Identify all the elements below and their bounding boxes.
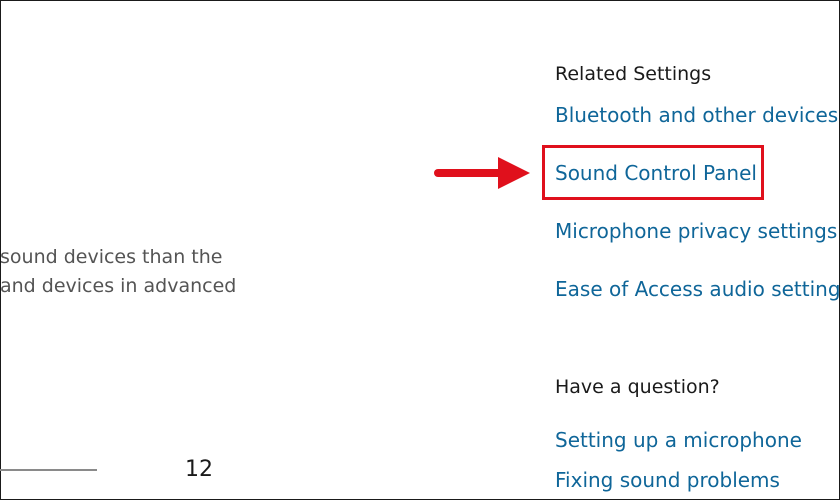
sound-control-panel-link[interactable]: Sound Control Panel bbox=[555, 161, 757, 185]
description-line-2: and devices in advanced bbox=[0, 275, 237, 297]
setting-up-microphone-link[interactable]: Setting up a microphone bbox=[555, 428, 802, 452]
microphone-privacy-link[interactable]: Microphone privacy settings bbox=[555, 219, 837, 243]
volume-value: 12 bbox=[185, 457, 213, 482]
description-line-1: sound devices than the bbox=[0, 246, 223, 268]
bluetooth-devices-link[interactable]: Bluetooth and other devices bbox=[555, 103, 838, 127]
have-a-question-heading: Have a question? bbox=[555, 376, 720, 398]
arrow-right-icon bbox=[434, 157, 530, 189]
ease-of-access-audio-link[interactable]: Ease of Access audio settings bbox=[555, 277, 840, 301]
fixing-sound-problems-link[interactable]: Fixing sound problems bbox=[555, 468, 780, 492]
volume-slider-track[interactable] bbox=[0, 469, 97, 471]
related-settings-heading: Related Settings bbox=[555, 63, 712, 85]
volume-description: sound devices than the and devices in ad… bbox=[0, 243, 236, 301]
